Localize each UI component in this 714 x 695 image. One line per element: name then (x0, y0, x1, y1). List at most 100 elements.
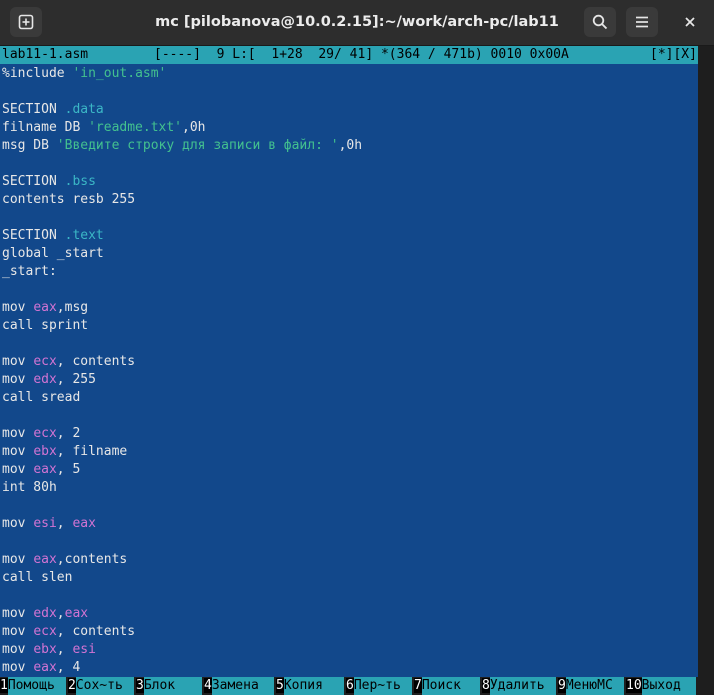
scrollbar[interactable] (698, 46, 714, 695)
code-token: mov (2, 660, 34, 675)
code-token: ecx (33, 624, 57, 639)
fkey-label: МенюMC (565, 677, 625, 695)
code-token: eax (33, 660, 57, 675)
search-icon (592, 14, 608, 30)
fkey-3[interactable]: 3Блок (136, 677, 204, 695)
code-line[interactable]: int 80h (2, 479, 696, 497)
code-line[interactable]: mov ebx, filname (2, 443, 696, 461)
code-line[interactable] (2, 335, 696, 353)
menu-button[interactable] (626, 7, 658, 37)
code-line[interactable]: SECTION .text (2, 227, 696, 245)
code-token: int 80h (2, 480, 57, 495)
fkey-2[interactable]: 2Сох~ть (68, 677, 136, 695)
code-token: , (56, 516, 73, 531)
code-line[interactable]: mov eax,contents (2, 551, 696, 569)
code-token: SECTION (2, 228, 65, 243)
code-line[interactable]: mov ecx, contents (2, 623, 696, 641)
code-token: mov (2, 624, 34, 639)
fkey-7[interactable]: 7Поиск (414, 677, 482, 695)
code-line[interactable]: SECTION .data (2, 101, 696, 119)
code-token: ,0h (182, 120, 206, 135)
code-line[interactable]: mov eax, 5 (2, 461, 696, 479)
fkey-number: 2 (68, 678, 76, 693)
code-token: , 4 (56, 660, 81, 675)
code-line[interactable] (2, 209, 696, 227)
code-line[interactable]: call sprint (2, 317, 696, 335)
code-token: mov (2, 462, 34, 477)
fkey-label: Копия (283, 677, 345, 695)
code-line[interactable]: SECTION .bss (2, 173, 696, 191)
fkey-10[interactable]: 10Выход (626, 677, 698, 695)
code-token: mov (2, 300, 34, 315)
terminal-window: mc [pilobanova@10.0.2.15]:~/work/arch-pc… (0, 0, 714, 695)
code-token: filname DB (2, 120, 89, 135)
status-flags: [*][X] (650, 47, 697, 62)
code-line[interactable]: %include 'in_out.asm' (2, 65, 696, 83)
code-token: eax (33, 462, 57, 477)
code-line[interactable]: mov ecx, 2 (2, 425, 696, 443)
code-token: , 2 (56, 426, 81, 441)
code-line[interactable]: mov ecx, contents (2, 353, 696, 371)
code-line[interactable]: contents resb 255 (2, 191, 696, 209)
code-line[interactable]: msg DB 'Введите строку для записи в файл… (2, 137, 696, 155)
code-token: 'readme.txt' (88, 120, 183, 135)
editor-status-line: lab11-1.asm [----] 9 L:[ 1+28 29/ 41] *(… (0, 46, 698, 64)
code-line[interactable] (2, 533, 696, 551)
code-line[interactable] (2, 497, 696, 515)
code-line[interactable] (2, 281, 696, 299)
code-line[interactable]: call slen (2, 569, 696, 587)
fkey-number: 7 (414, 678, 422, 693)
code-line[interactable] (2, 83, 696, 101)
fkey-4[interactable]: 4Замена (204, 677, 276, 695)
code-token: mov (2, 552, 34, 567)
title-bar: mc [pilobanova@10.0.2.15]:~/work/arch-pc… (0, 0, 714, 46)
code-token: , 5 (56, 462, 81, 477)
code-line[interactable]: mov edx, 255 (2, 371, 696, 389)
code-token: esi (72, 642, 96, 657)
code-text[interactable]: %include 'in_out.asm' SECTION .data filnam… (2, 65, 696, 677)
code-token: ebx (33, 444, 57, 459)
code-token: 'in_out.asm' (72, 66, 167, 81)
code-token: ebx (33, 642, 57, 657)
fkey-8[interactable]: 8Удалить (482, 677, 558, 695)
fkey-label: Пер~ть (353, 677, 413, 695)
code-token: call sread (2, 390, 81, 405)
code-token: mov (2, 444, 34, 459)
code-line[interactable]: mov eax,msg (2, 299, 696, 317)
fkey-9[interactable]: 9МенюMC (558, 677, 626, 695)
function-key-bar: 1Помощь 2Сох~ть 3Блок 4Замена 5Копия 6Пер~ть 7… (0, 677, 698, 695)
fkey-5[interactable]: 5Копия (276, 677, 346, 695)
code-token: call slen (2, 570, 73, 585)
fkey-label: Замена (211, 677, 275, 695)
code-line[interactable]: mov ebx, esi (2, 641, 696, 659)
new-tab-icon (18, 14, 34, 30)
status-filename: lab11-1.asm (2, 47, 89, 62)
fkey-6[interactable]: 6Пер~ть (346, 677, 414, 695)
new-tab-button[interactable] (10, 7, 42, 37)
code-line[interactable] (2, 407, 696, 425)
code-token: global _start (2, 246, 104, 261)
code-line[interactable] (2, 155, 696, 173)
code-line[interactable] (2, 587, 696, 605)
fkey-number: 4 (204, 678, 212, 693)
fkey-number: 9 (558, 678, 566, 693)
code-line[interactable]: mov eax, 4 (2, 659, 696, 677)
search-button[interactable] (584, 7, 616, 37)
code-token: ecx (33, 426, 57, 441)
code-token: mov (2, 516, 34, 531)
close-button[interactable] (674, 7, 706, 37)
code-line[interactable]: _start: (2, 263, 696, 281)
code-token: eax (64, 606, 89, 621)
fkey-number: 1 (0, 678, 8, 693)
code-line[interactable]: global _start (2, 245, 696, 263)
fkey-number: 6 (346, 678, 354, 693)
code-line[interactable]: filname DB 'readme.txt',0h (2, 119, 696, 137)
code-token: mov (2, 642, 34, 657)
code-line[interactable]: mov esi, eax (2, 515, 696, 533)
code-line[interactable]: mov edx,eax (2, 605, 696, 623)
code-line[interactable]: call sread (2, 389, 696, 407)
fkey-1[interactable]: 1Помощь (0, 677, 68, 695)
fkey-label: Помощь (7, 677, 67, 695)
code-token: SECTION (2, 174, 65, 189)
fkey-label: Удалить (489, 677, 557, 695)
